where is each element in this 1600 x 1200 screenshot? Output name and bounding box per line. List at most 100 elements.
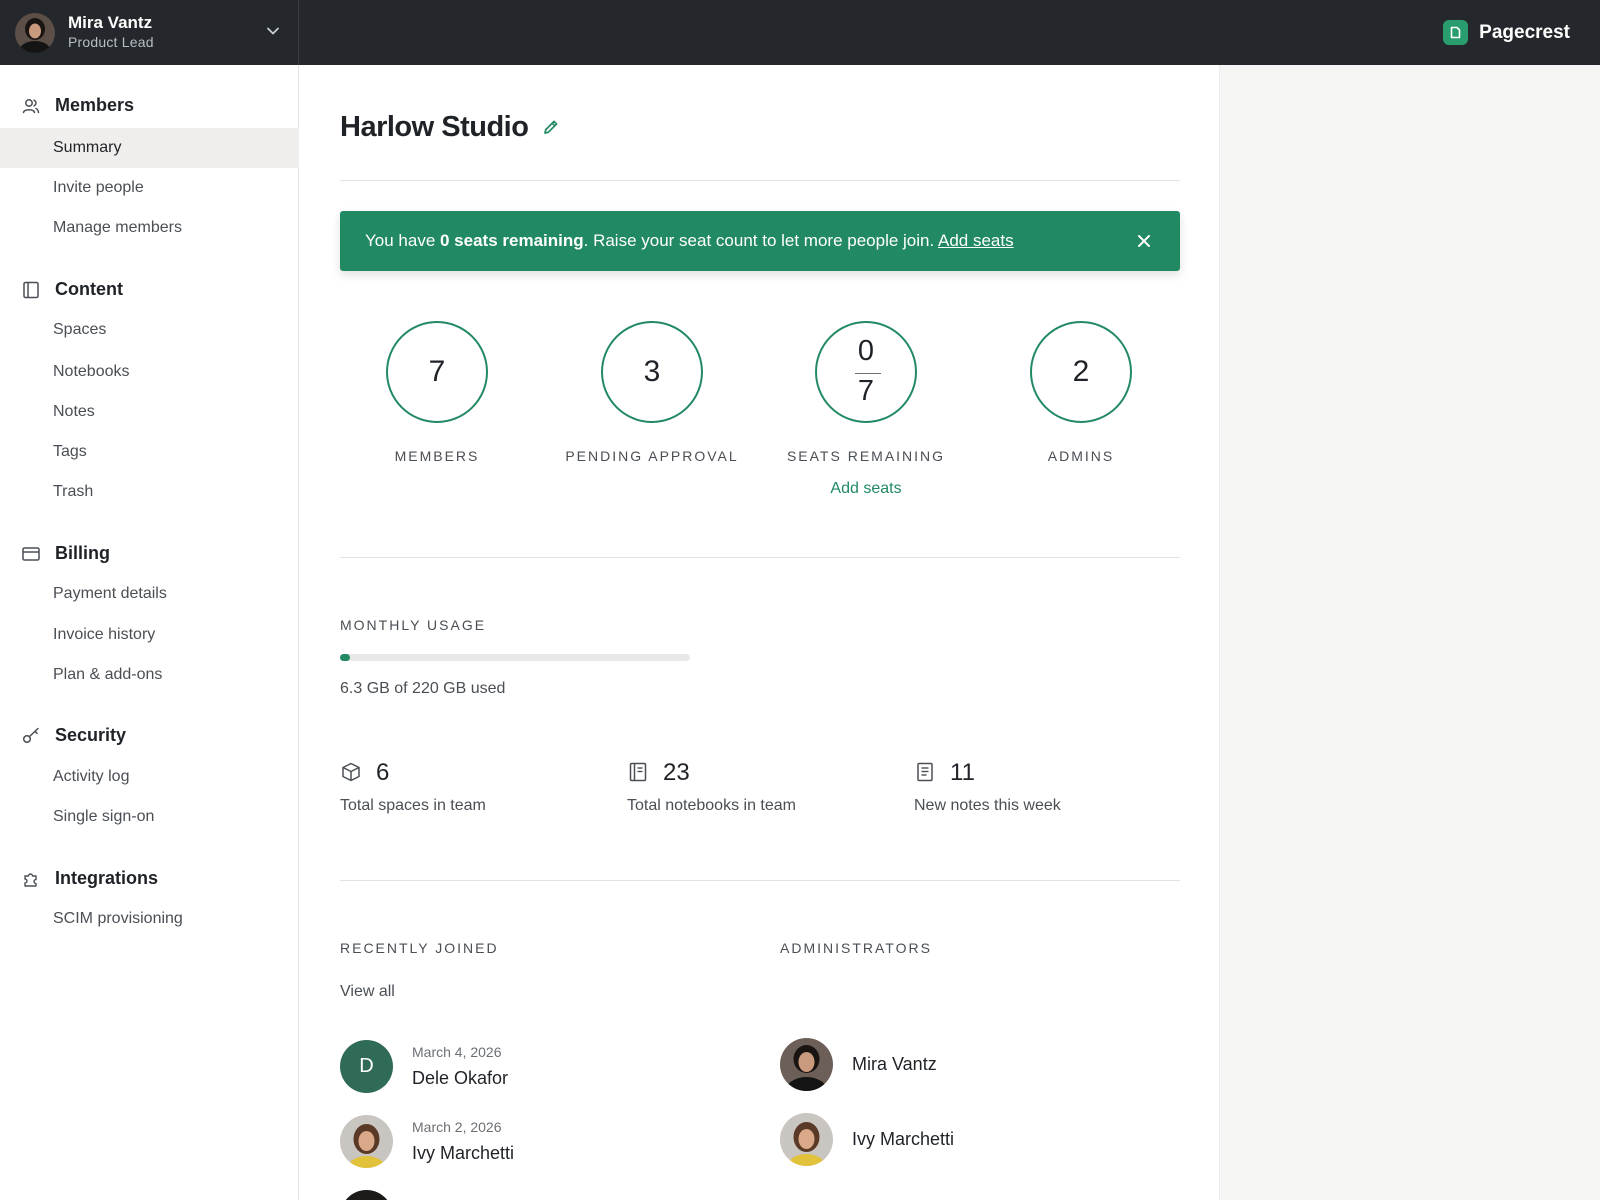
add-seats-link[interactable]: Add seats bbox=[766, 480, 966, 498]
avatar bbox=[780, 1113, 833, 1166]
member-name: Dele Okafor bbox=[412, 1068, 509, 1088]
stat-value: 7 bbox=[428, 355, 446, 388]
usage-progress-fill bbox=[340, 654, 351, 661]
usage-text: 6.3 GB of 220 GB used bbox=[340, 680, 506, 697]
avatar bbox=[340, 1190, 393, 1200]
fraction-divider bbox=[855, 373, 881, 374]
avatar bbox=[780, 1038, 833, 1091]
brand-logo-icon bbox=[1443, 20, 1469, 45]
sidebar-section-content[interactable]: Content bbox=[0, 276, 299, 302]
note-icon bbox=[917, 762, 933, 782]
sidebar-section-members[interactable]: Members bbox=[0, 92, 299, 118]
stat-label: SEATS REMAINING bbox=[786, 448, 946, 464]
stat-label: ADMINS bbox=[1047, 448, 1115, 464]
list-item[interactable]: D March 4, 2026 Dele Okafor bbox=[340, 1040, 740, 1094]
sidebar-item-manage-members[interactable]: Manage members bbox=[0, 208, 299, 248]
sidebar-item-scim-provisioning[interactable]: SCIM provisioning bbox=[0, 899, 299, 939]
page-title: Harlow Studio bbox=[340, 111, 529, 143]
stat-ring: 0 7 bbox=[815, 321, 917, 423]
main-content: Harlow Studio You have 0 seats remaining… bbox=[300, 65, 1219, 1200]
banner-message: You have 0 seats remaining. Raise your s… bbox=[365, 231, 1014, 250]
sidebar-item-notes[interactable]: Notes bbox=[0, 392, 299, 432]
sidebar-section-title: Integrations bbox=[55, 868, 159, 888]
account-name: Mira Vantz bbox=[68, 13, 153, 32]
member-name: Ivy Marchetti bbox=[412, 1143, 515, 1163]
stat-ring: 2 bbox=[1030, 321, 1132, 423]
stat-admins: 2 ADMINS bbox=[981, 321, 1181, 464]
list-item[interactable] bbox=[340, 1190, 740, 1200]
count-label: Total notebooks in team bbox=[627, 797, 796, 814]
avatar bbox=[340, 1115, 393, 1168]
sidebar-item-notebooks[interactable]: Notebooks bbox=[0, 352, 299, 392]
join-date: March 2, 2026 bbox=[412, 1119, 502, 1135]
avatar: D bbox=[340, 1040, 393, 1093]
sidebar: Members Summary Invite people Manage mem… bbox=[0, 65, 299, 1200]
account-switcher[interactable]: Mira Vantz Product Lead bbox=[0, 0, 299, 65]
stat-label: MEMBERS bbox=[394, 448, 480, 464]
account-avatar bbox=[15, 12, 55, 53]
sidebar-item-invite-people[interactable]: Invite people bbox=[0, 168, 299, 208]
sidebar-section-billing[interactable]: Billing bbox=[0, 540, 299, 566]
sidebar-item-plan-addons[interactable]: Plan & add-ons bbox=[0, 655, 299, 695]
count-value: 11 bbox=[950, 759, 975, 786]
sidebar-item-summary[interactable]: Summary bbox=[0, 128, 299, 168]
banner-emphasis: 0 seats remaining bbox=[440, 231, 584, 250]
divider bbox=[340, 557, 1180, 558]
admin-name: Mira Vantz bbox=[852, 1054, 937, 1074]
seats-total-value: 7 bbox=[857, 375, 875, 407]
sidebar-item-invoice-history[interactable]: Invoice history bbox=[0, 615, 299, 655]
key-icon bbox=[22, 727, 39, 744]
list-item[interactable]: Mira Vantz bbox=[780, 1038, 1180, 1092]
chevron-down-icon bbox=[267, 27, 279, 35]
sidebar-section-security[interactable]: Security bbox=[0, 722, 299, 748]
stat-ring: 7 bbox=[386, 321, 488, 423]
stat-pending-approval: 3 PENDING APPROVAL bbox=[552, 321, 752, 464]
sidebar-section-title: Members bbox=[55, 95, 135, 115]
count-label: New notes this week bbox=[914, 797, 1061, 814]
sidebar-item-activity-log[interactable]: Activity log bbox=[0, 757, 299, 797]
seats-remaining-value: 0 bbox=[857, 335, 875, 367]
count-value: 23 bbox=[663, 759, 690, 786]
brand: Pagecrest bbox=[1443, 20, 1570, 45]
credit-card-icon bbox=[22, 547, 40, 561]
sidebar-item-tags[interactable]: Tags bbox=[0, 432, 299, 472]
stat-members: 7 MEMBERS bbox=[337, 321, 537, 464]
count-label: Total spaces in team bbox=[340, 797, 486, 814]
banner-add-seats-link[interactable]: Add seats bbox=[938, 231, 1014, 250]
sidebar-section-title: Security bbox=[55, 725, 127, 745]
join-date: March 4, 2026 bbox=[412, 1044, 502, 1060]
sidebar-item-spaces[interactable]: Spaces bbox=[0, 310, 299, 350]
stat-label: PENDING APPROVAL bbox=[565, 448, 739, 464]
divider bbox=[340, 880, 1180, 881]
admin-name: Ivy Marchetti bbox=[852, 1129, 955, 1149]
puzzle-icon bbox=[24, 873, 37, 887]
list-item[interactable]: March 2, 2026 Ivy Marchetti bbox=[340, 1115, 740, 1169]
sidebar-section-title: Billing bbox=[55, 543, 110, 563]
sidebar-item-payment-details[interactable]: Payment details bbox=[0, 574, 299, 614]
stat-value: 2 bbox=[1072, 355, 1090, 388]
recently-joined-heading: RECENTLY JOINED bbox=[340, 940, 499, 956]
top-bar: Mira Vantz Product Lead Pagecrest bbox=[0, 0, 1600, 65]
sidebar-section-title: Content bbox=[55, 279, 123, 299]
view-all-link[interactable]: View all bbox=[340, 983, 395, 1001]
users-icon bbox=[22, 99, 40, 114]
stat-ring: 3 bbox=[601, 321, 703, 423]
notebook-icon bbox=[629, 762, 647, 782]
sidebar-item-single-sign-on[interactable]: Single sign-on bbox=[0, 797, 299, 837]
sidebar-section-integrations[interactable]: Integrations bbox=[0, 865, 299, 891]
seats-banner: You have 0 seats remaining. Raise your s… bbox=[340, 211, 1180, 271]
stat-value: 3 bbox=[643, 355, 661, 388]
divider bbox=[340, 180, 1180, 181]
count-value: 6 bbox=[376, 759, 390, 786]
account-role: Product Lead bbox=[68, 34, 154, 50]
brand-name: Pagecrest bbox=[1479, 21, 1570, 43]
usage-progress-bar bbox=[340, 654, 690, 661]
close-icon[interactable] bbox=[1133, 230, 1155, 252]
usage-heading: MONTHLY USAGE bbox=[340, 617, 487, 633]
sidebar-item-trash[interactable]: Trash bbox=[0, 472, 299, 512]
pencil-icon[interactable] bbox=[541, 117, 561, 137]
right-panel bbox=[1219, 65, 1600, 1200]
cube-icon bbox=[342, 762, 360, 782]
list-item[interactable]: Ivy Marchetti bbox=[780, 1113, 1180, 1167]
administrators-heading: ADMINISTRATORS bbox=[780, 940, 932, 956]
